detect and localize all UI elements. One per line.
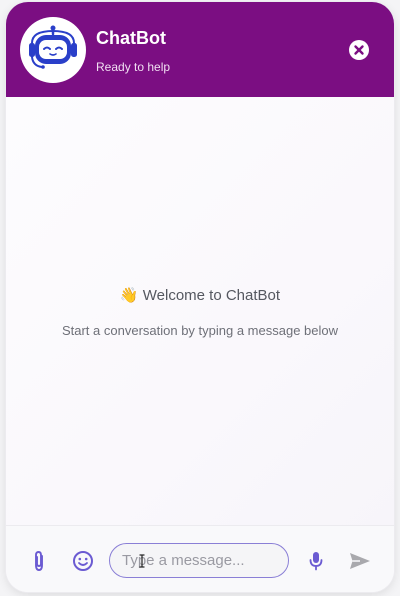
send-button[interactable] [347, 548, 373, 574]
composer-bar [6, 525, 394, 592]
text-cursor-icon [139, 554, 145, 568]
bot-avatar [20, 17, 86, 83]
chat-header: ChatBot Ready to help [6, 2, 394, 97]
paperclip-icon [35, 551, 43, 571]
voice-button[interactable] [303, 548, 329, 574]
bot-name: ChatBot [96, 28, 166, 48]
message-area[interactable]: 👋 Welcome to ChatBot Start a conversatio… [6, 97, 394, 525]
send-icon [350, 553, 370, 569]
chat-widget: ChatBot Ready to help 👋 Welcome to ChatB… [6, 2, 394, 592]
robot-icon [29, 25, 77, 69]
welcome-message: 👋 Welcome to ChatBot [119, 287, 281, 304]
bot-status: Ready to help [96, 60, 171, 74]
emoji-button[interactable] [70, 548, 96, 574]
welcome-hint: Start a conversation by typing a message… [61, 323, 339, 338]
message-input[interactable] [109, 543, 289, 578]
smiley-icon [73, 551, 93, 571]
close-button[interactable] [349, 40, 369, 60]
close-icon [354, 45, 364, 55]
attach-button[interactable] [26, 548, 52, 574]
microphone-icon [309, 552, 323, 571]
